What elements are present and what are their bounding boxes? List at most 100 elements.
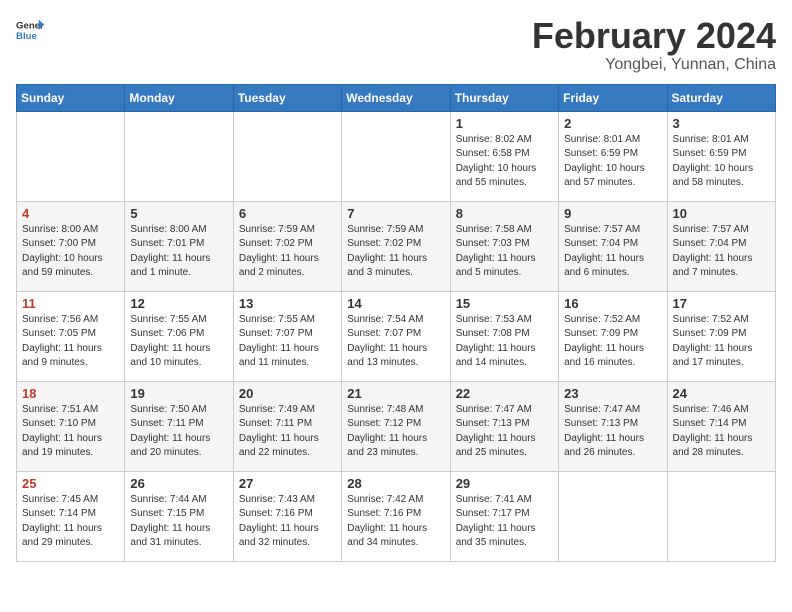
calendar-cell: 9 Sunrise: 7:57 AM Sunset: 7:04 PM Daylig… bbox=[559, 201, 667, 291]
day-info: Sunrise: 7:59 AM Sunset: 7:02 PM Dayligh… bbox=[239, 223, 336, 281]
calendar-title: February 2024 bbox=[532, 16, 776, 56]
day-info: Sunrise: 7:49 AM Sunset: 7:11 PM Dayligh… bbox=[239, 403, 336, 461]
calendar-cell: 28 Sunrise: 7:42 AM Sunset: 7:16 PM Dayli… bbox=[342, 471, 450, 561]
day-info: Sunrise: 7:43 AM Sunset: 7:16 PM Dayligh… bbox=[239, 493, 336, 551]
calendar-week-row: 1 Sunrise: 8:02 AM Sunset: 6:58 PM Daylig… bbox=[17, 111, 776, 201]
title-area: February 2024 Yongbei, Yunnan, China bbox=[532, 16, 776, 74]
day-number: 6 bbox=[239, 206, 336, 221]
calendar-week-row: 18 Sunrise: 7:51 AM Sunset: 7:10 PM Dayli… bbox=[17, 381, 776, 471]
day-number: 25 bbox=[22, 476, 119, 491]
calendar-day-header: Sunday bbox=[17, 84, 125, 111]
calendar-cell: 29 Sunrise: 7:41 AM Sunset: 7:17 PM Dayli… bbox=[450, 471, 558, 561]
calendar-cell bbox=[342, 111, 450, 201]
calendar-cell: 24 Sunrise: 7:46 AM Sunset: 7:14 PM Dayli… bbox=[667, 381, 775, 471]
calendar-cell: 3 Sunrise: 8:01 AM Sunset: 6:59 PM Daylig… bbox=[667, 111, 775, 201]
day-info: Sunrise: 7:50 AM Sunset: 7:11 PM Dayligh… bbox=[130, 403, 227, 461]
day-info: Sunrise: 7:44 AM Sunset: 7:15 PM Dayligh… bbox=[130, 493, 227, 551]
day-number: 29 bbox=[456, 476, 553, 491]
calendar-day-header: Wednesday bbox=[342, 84, 450, 111]
day-number: 10 bbox=[673, 206, 770, 221]
day-info: Sunrise: 7:42 AM Sunset: 7:16 PM Dayligh… bbox=[347, 493, 444, 551]
day-number: 8 bbox=[456, 206, 553, 221]
calendar-day-header: Thursday bbox=[450, 84, 558, 111]
day-number: 20 bbox=[239, 386, 336, 401]
day-info: Sunrise: 7:47 AM Sunset: 7:13 PM Dayligh… bbox=[456, 403, 553, 461]
day-info: Sunrise: 7:54 AM Sunset: 7:07 PM Dayligh… bbox=[347, 313, 444, 371]
calendar-cell: 25 Sunrise: 7:45 AM Sunset: 7:14 PM Dayli… bbox=[17, 471, 125, 561]
calendar-cell: 20 Sunrise: 7:49 AM Sunset: 7:11 PM Dayli… bbox=[233, 381, 341, 471]
day-number: 2 bbox=[564, 116, 661, 131]
logo: General Blue bbox=[16, 16, 44, 44]
day-number: 22 bbox=[456, 386, 553, 401]
calendar-cell bbox=[559, 471, 667, 561]
day-number: 1 bbox=[456, 116, 553, 131]
calendar-cell bbox=[125, 111, 233, 201]
day-number: 9 bbox=[564, 206, 661, 221]
day-info: Sunrise: 7:59 AM Sunset: 7:02 PM Dayligh… bbox=[347, 223, 444, 281]
calendar-day-header: Friday bbox=[559, 84, 667, 111]
calendar-cell: 16 Sunrise: 7:52 AM Sunset: 7:09 PM Dayli… bbox=[559, 291, 667, 381]
calendar-day-header: Monday bbox=[125, 84, 233, 111]
calendar-cell: 11Sunrise: 7:56 AM Sunset: 7:05 PM Dayli… bbox=[17, 291, 125, 381]
generalblue-logo-icon: General Blue bbox=[16, 16, 44, 44]
calendar-cell: 2 Sunrise: 8:01 AM Sunset: 6:59 PM Daylig… bbox=[559, 111, 667, 201]
day-number: 26 bbox=[130, 476, 227, 491]
day-info: Sunrise: 7:47 AM Sunset: 7:13 PM Dayligh… bbox=[564, 403, 661, 461]
calendar-table: SundayMondayTuesdayWednesdayThursdayFrid… bbox=[16, 84, 776, 562]
calendar-cell: 22 Sunrise: 7:47 AM Sunset: 7:13 PM Dayli… bbox=[450, 381, 558, 471]
calendar-day-header: Tuesday bbox=[233, 84, 341, 111]
day-number: 7 bbox=[347, 206, 444, 221]
day-info: Sunrise: 7:45 AM Sunset: 7:14 PM Dayligh… bbox=[22, 493, 119, 551]
day-number: 15 bbox=[456, 296, 553, 311]
day-info: Sunrise: 7:46 AM Sunset: 7:14 PM Dayligh… bbox=[673, 403, 770, 461]
day-number: 28 bbox=[347, 476, 444, 491]
calendar-cell: 12 Sunrise: 7:55 AM Sunset: 7:06 PM Dayli… bbox=[125, 291, 233, 381]
day-number: 14 bbox=[347, 296, 444, 311]
day-info: Sunrise: 8:01 AM Sunset: 6:59 PM Dayligh… bbox=[564, 133, 661, 191]
day-info: Sunrise: 7:58 AM Sunset: 7:03 PM Dayligh… bbox=[456, 223, 553, 281]
day-number: 4 bbox=[22, 206, 119, 221]
calendar-cell: 6 Sunrise: 7:59 AM Sunset: 7:02 PM Daylig… bbox=[233, 201, 341, 291]
calendar-cell: 13Sunrise: 7:55 AM Sunset: 7:07 PM Dayli… bbox=[233, 291, 341, 381]
day-info: Sunrise: 8:01 AM Sunset: 6:59 PM Dayligh… bbox=[673, 133, 770, 191]
calendar-cell: 19Sunrise: 7:50 AM Sunset: 7:11 PM Dayli… bbox=[125, 381, 233, 471]
calendar-week-row: 25 Sunrise: 7:45 AM Sunset: 7:14 PM Dayli… bbox=[17, 471, 776, 561]
day-info: Sunrise: 7:55 AM Sunset: 7:06 PM Dayligh… bbox=[130, 313, 227, 371]
day-number: 17 bbox=[673, 296, 770, 311]
calendar-cell: 26 Sunrise: 7:44 AM Sunset: 7:15 PM Dayli… bbox=[125, 471, 233, 561]
calendar-cell: 7 Sunrise: 7:59 AM Sunset: 7:02 PM Daylig… bbox=[342, 201, 450, 291]
day-number: 24 bbox=[673, 386, 770, 401]
day-info: Sunrise: 7:57 AM Sunset: 7:04 PM Dayligh… bbox=[564, 223, 661, 281]
day-info: Sunrise: 7:55 AM Sunset: 7:07 PM Dayligh… bbox=[239, 313, 336, 371]
calendar-cell: 23 Sunrise: 7:47 AM Sunset: 7:13 PM Dayli… bbox=[559, 381, 667, 471]
day-info: Sunrise: 8:02 AM Sunset: 6:58 PM Dayligh… bbox=[456, 133, 553, 191]
calendar-cell: 4 Sunrise: 8:00 AM Sunset: 7:00 PM Daylig… bbox=[17, 201, 125, 291]
day-info: Sunrise: 7:52 AM Sunset: 7:09 PM Dayligh… bbox=[564, 313, 661, 371]
calendar-cell bbox=[233, 111, 341, 201]
calendar-cell bbox=[17, 111, 125, 201]
calendar-week-row: 4 Sunrise: 8:00 AM Sunset: 7:00 PM Daylig… bbox=[17, 201, 776, 291]
svg-text:Blue: Blue bbox=[16, 31, 37, 42]
day-number: 27 bbox=[239, 476, 336, 491]
calendar-subtitle: Yongbei, Yunnan, China bbox=[532, 56, 776, 74]
day-number: 16 bbox=[564, 296, 661, 311]
day-info: Sunrise: 7:51 AM Sunset: 7:10 PM Dayligh… bbox=[22, 403, 119, 461]
day-info: Sunrise: 7:52 AM Sunset: 7:09 PM Dayligh… bbox=[673, 313, 770, 371]
day-info: Sunrise: 7:41 AM Sunset: 7:17 PM Dayligh… bbox=[456, 493, 553, 551]
calendar-cell: 21Sunrise: 7:48 AM Sunset: 7:12 PM Dayli… bbox=[342, 381, 450, 471]
day-number: 12 bbox=[130, 296, 227, 311]
day-info: Sunrise: 7:48 AM Sunset: 7:12 PM Dayligh… bbox=[347, 403, 444, 461]
page-header: General Blue February 2024 Yongbei, Yunn… bbox=[16, 16, 776, 74]
day-number: 11 bbox=[22, 296, 119, 311]
day-info: Sunrise: 7:53 AM Sunset: 7:08 PM Dayligh… bbox=[456, 313, 553, 371]
day-number: 3 bbox=[673, 116, 770, 131]
day-info: Sunrise: 7:57 AM Sunset: 7:04 PM Dayligh… bbox=[673, 223, 770, 281]
day-info: Sunrise: 8:00 AM Sunset: 7:00 PM Dayligh… bbox=[22, 223, 119, 281]
day-number: 18 bbox=[22, 386, 119, 401]
calendar-cell bbox=[667, 471, 775, 561]
calendar-week-row: 11Sunrise: 7:56 AM Sunset: 7:05 PM Dayli… bbox=[17, 291, 776, 381]
day-number: 5 bbox=[130, 206, 227, 221]
calendar-cell: 18 Sunrise: 7:51 AM Sunset: 7:10 PM Dayli… bbox=[17, 381, 125, 471]
calendar-header-row: SundayMondayTuesdayWednesdayThursdayFrid… bbox=[17, 84, 776, 111]
day-number: 23 bbox=[564, 386, 661, 401]
